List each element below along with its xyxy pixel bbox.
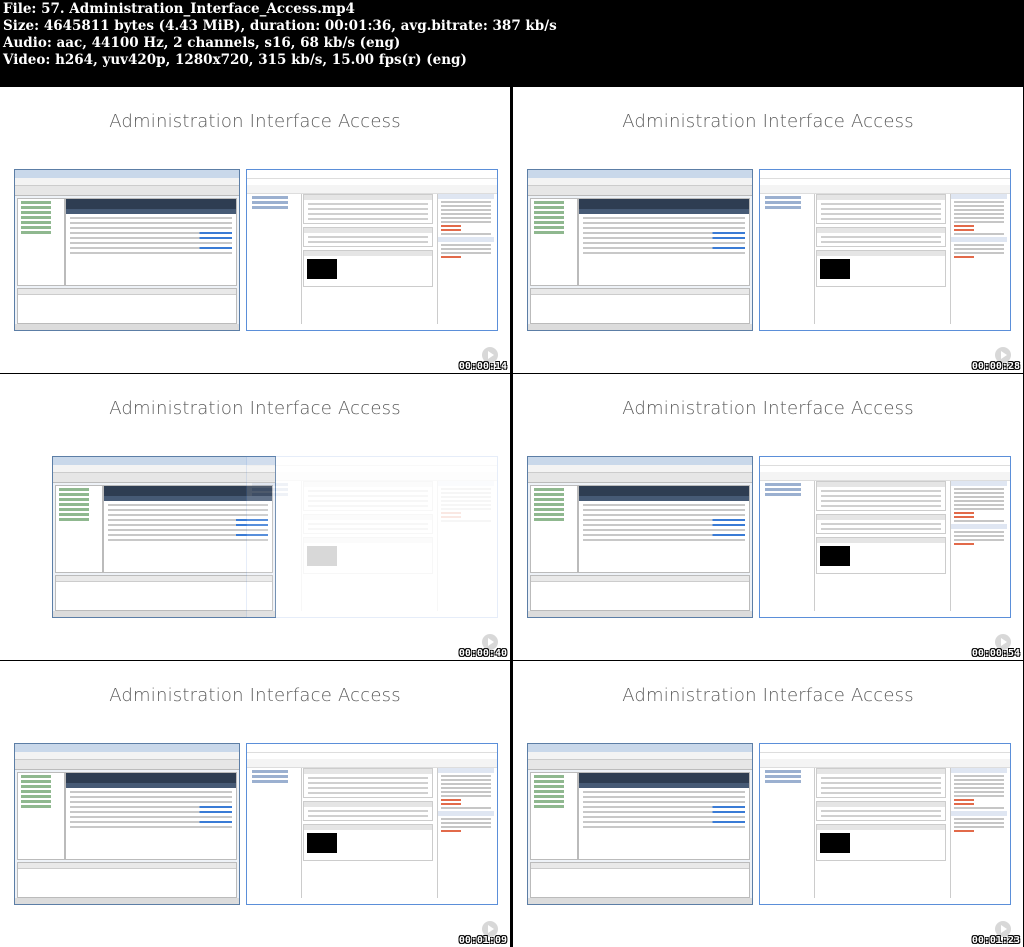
hyper-v-manager-window (759, 456, 1011, 618)
slide-title: Administration Interface Access (622, 398, 914, 419)
thumbnail-3[interactable]: Administration Interface Access 00:00:40 (0, 374, 510, 660)
thumbnail-6[interactable]: Administration Interface Access 00:01:23 (513, 661, 1023, 947)
thumbnail-2[interactable]: Administration Interface Access 00:00:28 (513, 87, 1023, 373)
slide-title: Administration Interface Access (109, 685, 401, 706)
thumbnail-1[interactable]: Administration Interface Access 00:00:14 (0, 87, 510, 373)
audio-line: Audio: aac, 44100 Hz, 2 channels, s16, 6… (3, 35, 401, 51)
slide-title: Administration Interface Access (622, 111, 914, 132)
hyper-v-manager-window (246, 743, 498, 905)
hyper-v-manager-window (246, 456, 498, 618)
vsphere-client-window (527, 456, 753, 618)
vsphere-client-window (14, 169, 240, 331)
timestamp: 00:01:23 (971, 935, 1020, 946)
timestamp: 00:00:40 (458, 648, 507, 659)
video-line: Video: h264, yuv420p, 1280x720, 315 kb/s… (3, 52, 467, 68)
timestamp: 00:00:14 (458, 361, 507, 372)
hyper-v-manager-window (759, 169, 1011, 331)
timestamp: 00:00:54 (971, 648, 1020, 659)
vsphere-client-window (14, 743, 240, 905)
vsphere-client-window (52, 456, 276, 618)
hyper-v-manager-window (759, 743, 1011, 905)
timestamp: 00:01:09 (458, 935, 507, 946)
size-line: Size: 4645811 bytes (4.43 MiB), duration… (3, 18, 557, 34)
slide-title: Administration Interface Access (109, 398, 401, 419)
thumbnail-grid: Administration Interface Access 00:00:14… (0, 84, 1024, 947)
vsphere-client-window (527, 169, 753, 331)
thumbnail-4[interactable]: Administration Interface Access 00:00:54 (513, 374, 1023, 660)
slide-title: Administration Interface Access (109, 111, 401, 132)
vsphere-client-window (527, 743, 753, 905)
hyper-v-manager-window (246, 169, 498, 331)
file-info-header: File: 57. Administration_Interface_Acces… (0, 0, 1024, 84)
file-name-line: File: 57. Administration_Interface_Acces… (3, 1, 355, 17)
thumbnail-5[interactable]: Administration Interface Access 00:01:09 (0, 661, 510, 947)
slide-title: Administration Interface Access (622, 685, 914, 706)
timestamp: 00:00:28 (971, 361, 1020, 372)
